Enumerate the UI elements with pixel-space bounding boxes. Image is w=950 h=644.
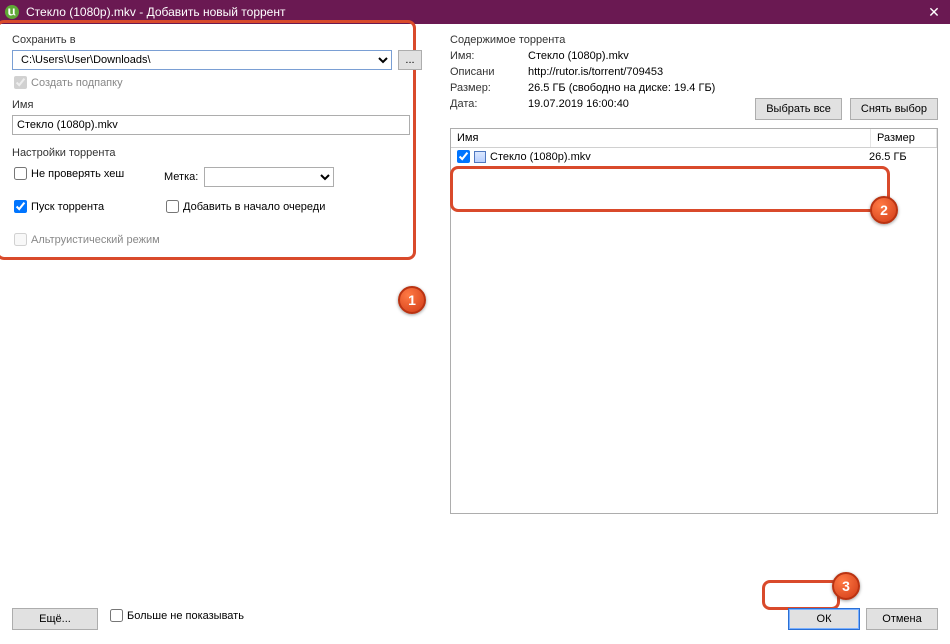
- titlebar: Стекло (1080p).mkv - Добавить новый торр…: [0, 0, 950, 24]
- file-checkbox[interactable]: [457, 150, 470, 163]
- meta-name-value: Стекло (1080p).mkv: [528, 50, 938, 62]
- col-name[interactable]: Имя: [451, 129, 871, 147]
- browse-button[interactable]: ...: [398, 50, 422, 70]
- utorrent-icon: [4, 4, 20, 20]
- start-torrent-label: Пуск торрента: [31, 201, 104, 213]
- altruistic-label: Альтруистический режим: [31, 234, 160, 246]
- meta-desc-value: http://rutor.is/torrent/709453: [528, 66, 938, 78]
- skip-hash-checkbox[interactable]: [14, 167, 27, 180]
- ok-button[interactable]: ОК: [788, 608, 860, 630]
- altruistic-checkbox: [14, 233, 27, 246]
- meta-name-label: Имя:: [450, 50, 520, 62]
- file-list: Имя Размер Стекло (1080p).mkv 26.5 ГБ: [450, 128, 938, 514]
- file-list-header: Имя Размер: [451, 129, 937, 148]
- add-to-top-checkbox[interactable]: [166, 200, 179, 213]
- contents-label: Содержимое торрента: [450, 34, 938, 46]
- dont-show-checkbox[interactable]: [110, 609, 123, 622]
- col-size[interactable]: Размер: [871, 129, 937, 147]
- tag-dropdown[interactable]: [204, 167, 334, 187]
- skip-hash-row[interactable]: Не проверять хеш: [14, 167, 164, 180]
- add-to-top-label: Добавить в начало очереди: [183, 201, 325, 213]
- add-to-top-row[interactable]: Добавить в начало очереди: [166, 200, 325, 213]
- meta-size-label: Размер:: [450, 82, 520, 94]
- save-in-label: Сохранить в: [12, 34, 422, 46]
- name-input[interactable]: [12, 115, 410, 135]
- altruistic-row: Альтруистический режим: [14, 233, 422, 246]
- tag-label: Метка:: [164, 171, 198, 183]
- save-path-dropdown[interactable]: C:\Users\User\Downloads\: [12, 50, 392, 70]
- create-subfolder-row: Создать подпапку: [14, 76, 422, 89]
- meta-size-value: 26.5 ГБ (свободно на диске: 19.4 ГБ): [528, 82, 938, 94]
- more-button[interactable]: Ещё...: [12, 608, 98, 630]
- meta-date-value: 19.07.2019 16:00:40: [528, 98, 747, 120]
- select-all-button[interactable]: Выбрать все: [755, 98, 842, 120]
- dont-show-row[interactable]: Больше не показывать: [110, 609, 244, 622]
- deselect-button[interactable]: Снять выбор: [850, 98, 938, 120]
- file-size: 26.5 ГБ: [869, 151, 931, 163]
- file-name: Стекло (1080p).mkv: [490, 151, 591, 163]
- file-row[interactable]: Стекло (1080p).mkv 26.5 ГБ: [451, 148, 937, 165]
- create-subfolder-label: Создать подпапку: [31, 77, 123, 89]
- name-label: Имя: [12, 99, 422, 111]
- annotation-badge-3: 3: [832, 572, 860, 600]
- meta-date-label: Дата:: [450, 98, 520, 120]
- meta-desc-label: Описани: [450, 66, 520, 78]
- video-file-icon: [474, 151, 486, 163]
- dont-show-label: Больше не показывать: [127, 610, 244, 622]
- torrent-settings-label: Настройки торрента: [12, 147, 422, 159]
- start-torrent-row[interactable]: Пуск торрента: [14, 200, 164, 213]
- start-torrent-checkbox[interactable]: [14, 200, 27, 213]
- cancel-button[interactable]: Отмена: [866, 608, 938, 630]
- create-subfolder-checkbox: [14, 76, 27, 89]
- window-title: Стекло (1080p).mkv - Добавить новый торр…: [26, 5, 922, 19]
- skip-hash-label: Не проверять хеш: [31, 168, 124, 180]
- close-icon[interactable]: ✕: [922, 4, 946, 21]
